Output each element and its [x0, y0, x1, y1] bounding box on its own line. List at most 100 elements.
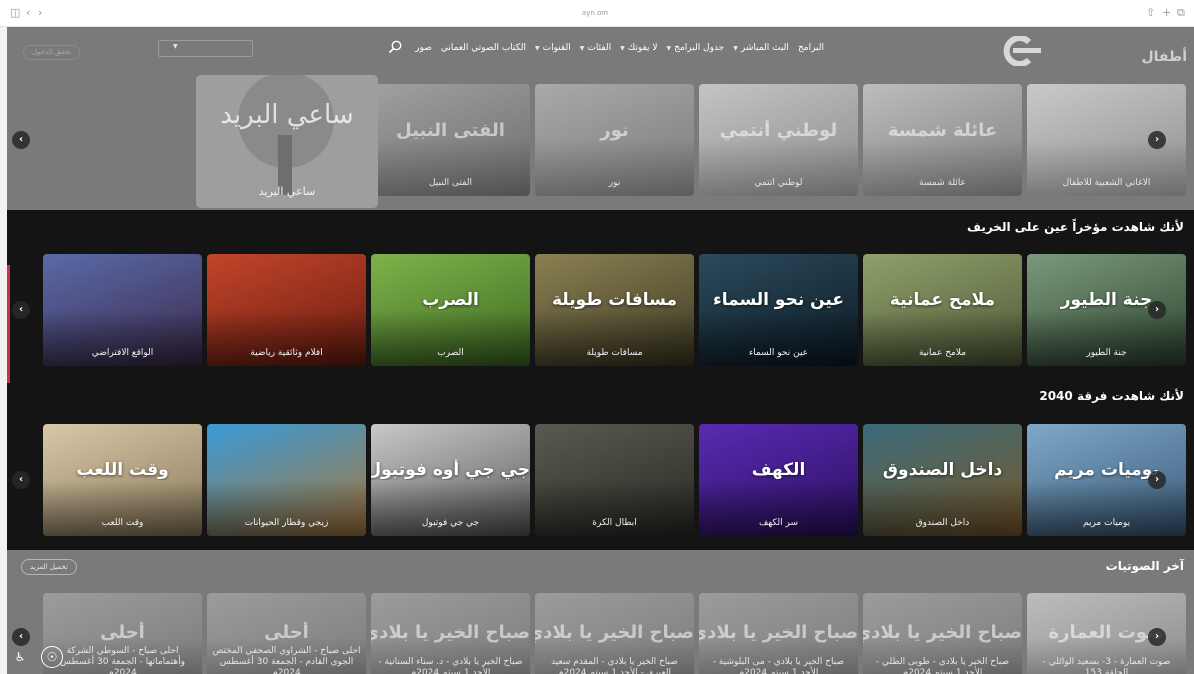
card-logo: الكهف — [751, 459, 806, 480]
show-card[interactable]: عائلة شمسة عائلة شمسة — [863, 84, 1022, 196]
featured-logo: ساعي البريد — [220, 100, 354, 130]
card-logo: صباح الخير يا بلادي — [863, 621, 1022, 643]
show-card[interactable]: الصرب الصرب — [371, 254, 530, 366]
chevron-down-icon: ▼ — [173, 43, 178, 50]
main-nav: البرامج البث المباشر ▼ جدول البرامج ▼ لا يفوت… — [415, 43, 824, 53]
nav-item-label: البرامج — [797, 43, 824, 53]
carousel-prev-icon[interactable]: ‹ — [12, 471, 30, 489]
card-logo: أحلى — [100, 621, 145, 643]
accessibility-icon[interactable]: ♿ — [9, 646, 31, 668]
show-card[interactable]: وقت اللعب وقت اللعب — [43, 424, 202, 536]
card-title: أفلام وثائقية رياضية — [250, 348, 323, 358]
featured-card[interactable]: ساعي البريد ساعي البريد — [196, 75, 378, 208]
carousel-next-icon[interactable]: › — [1148, 628, 1166, 646]
carousel-next-icon[interactable]: › — [1148, 131, 1166, 149]
nav-item-label: البث المباشر — [740, 43, 789, 53]
show-card[interactable]: صباح الخير يا بلادي صباح الخير يا بلادي -… — [371, 593, 530, 674]
show-card[interactable]: جي جي أوه فوتبول جي جي فوتبول — [371, 424, 530, 536]
section-title: أطفال — [1141, 49, 1187, 65]
show-card[interactable]: الكهف سر الكهف — [699, 424, 858, 536]
nav-item-label: صور — [415, 43, 432, 53]
carousel-next-icon[interactable]: › — [1148, 471, 1166, 489]
card-title: صباح الخير يا بلادي - المقدم سعيد العبري… — [551, 657, 678, 674]
show-card[interactable]: صباح الخير يا بلادي صباح الخير يا بلادي -… — [699, 593, 858, 674]
card-logo: وقت اللعب — [76, 459, 169, 480]
nav-item[interactable]: الفئات ▼ — [580, 43, 611, 53]
card-title: جي جي فوتبول — [421, 518, 480, 528]
card-logo: نور — [600, 119, 629, 141]
show-card[interactable]: الواقع الافتراضي — [43, 254, 202, 366]
show-card[interactable]: لوطني أنتمي لوطني أنتمي — [699, 84, 858, 196]
tabs-overview-icon[interactable]: ⧉ — [1177, 7, 1185, 19]
nav-item[interactable]: البرامج — [798, 43, 824, 53]
address-bar-text: ayn.om — [581, 9, 609, 17]
show-card[interactable]: ملامح عمانية ملامح عمانية — [863, 254, 1022, 366]
recommendation-row-khareef: لأنك شاهدت مؤخراً عين على الخريف جنة الط… — [7, 210, 1194, 385]
show-card[interactable]: نور نور — [535, 84, 694, 196]
row-title: لأنك شاهدت مؤخراً عين على الخريف — [967, 220, 1184, 234]
forward-icon[interactable]: › — [38, 7, 42, 19]
sidebar-toggle-icon[interactable]: ◫ — [10, 7, 20, 19]
nav-item[interactable]: القنوات ▼ — [535, 43, 571, 53]
sign-language-icon[interactable]: ☉ — [41, 646, 63, 668]
caret-down-icon: ▼ — [534, 44, 540, 52]
card-logo: الفتى النبيل — [396, 119, 505, 141]
carousel-prev-icon[interactable]: ‹ — [12, 131, 30, 149]
card-logo: عين نحو السماء — [713, 289, 844, 310]
address-bar[interactable]: ayn.om — [360, 7, 830, 20]
show-card[interactable]: عين نحو السماء عين نحو السماء — [699, 254, 858, 366]
card-title: جنة الطيور — [1086, 348, 1127, 358]
show-card[interactable]: صباح الخير يا بلادي صباح الخير يا بلادي -… — [863, 593, 1022, 674]
card-title: الفتى النبيل — [428, 178, 473, 188]
carousel-next-icon[interactable]: › — [1148, 301, 1166, 319]
search-icon[interactable] — [388, 40, 402, 54]
show-card[interactable]: أفلام وثائقية رياضية — [207, 254, 366, 366]
load-more-button[interactable]: تحميل المزيد — [21, 559, 77, 575]
featured-title: ساعي البريد — [258, 185, 316, 198]
verify-login-button[interactable]: تحقق الدخول — [23, 45, 80, 60]
card-title: الصرب — [437, 348, 464, 358]
card-title: يوميات مريم — [1082, 518, 1131, 528]
new-tab-icon[interactable]: + — [1162, 7, 1171, 19]
card-title: سر الكهف — [758, 518, 799, 528]
card-logo: مسافات طويلة — [551, 289, 678, 310]
card-title: مسافات طويلة — [586, 348, 643, 358]
carousel-prev-icon[interactable]: ‹ — [12, 301, 30, 319]
share-icon[interactable]: ⇧ — [1146, 7, 1155, 19]
floating-icons: ♿ ☉ — [9, 646, 63, 668]
nav-item-label: القنوات — [542, 43, 571, 53]
card-title: أبطال الكرة — [592, 518, 637, 528]
row-title: لأنك شاهدت فرقة 2040 — [1039, 389, 1184, 403]
show-card[interactable]: أحلى أحلى صباح - السوطي الشركة وأهتماماته… — [43, 593, 202, 674]
card-logo: عائلة شمسة — [887, 119, 998, 141]
caret-down-icon: ▼ — [733, 44, 738, 52]
nav-item[interactable]: الكتاب الصوتي العماني — [441, 43, 526, 53]
show-card[interactable]: صباح الخير يا بلادي صباح الخير يا بلادي -… — [535, 593, 694, 674]
recommendation-row-firqa: لأنك شاهدت فرقة 2040 يوميات مريم يوميات م… — [7, 385, 1194, 550]
ayn-logo-icon[interactable] — [997, 36, 1041, 66]
show-card[interactable]: أحلى أحلى صباح - الشراوي الصحفي المختص ال… — [207, 593, 366, 674]
card-logo: صباح الخير يا بلادي — [699, 621, 858, 643]
show-card[interactable]: أبطال الكرة — [535, 424, 694, 536]
back-icon[interactable]: ‹ — [26, 7, 30, 19]
site-header: أطفال البرامج البث المباشر ▼ جدول البرامج ▼ ل… — [7, 27, 1194, 83]
audio-row: آخر الصوتيات تحميل المزيد صوت العمارة صوت… — [7, 550, 1194, 674]
card-logo: أحلى — [264, 621, 309, 643]
nav-item[interactable]: جدول البرامج ▼ — [667, 43, 725, 53]
profile-dropdown[interactable]: ▼ — [158, 40, 253, 57]
show-card[interactable]: داخل الصندوق داخل الصندوق — [863, 424, 1022, 536]
show-card[interactable]: زيجي وقطار الحيوانات — [207, 424, 366, 536]
card-title: الواقع الافتراضي — [91, 348, 154, 358]
nav-item[interactable]: لا يفوتك ▼ — [620, 43, 657, 53]
show-card[interactable]: الفتى النبيل الفتى النبيل — [371, 84, 530, 196]
card-title: عين نحو السماء — [748, 348, 809, 358]
carousel-prev-icon[interactable]: ‹ — [12, 628, 30, 646]
show-card[interactable]: مسافات طويلة مسافات طويلة — [535, 254, 694, 366]
nav-item-label: جدول البرامج — [674, 43, 725, 53]
card-logo: صباح الخير يا بلادي — [535, 621, 694, 643]
kids-carousel: الأغاني الشعبية للأطفال عائلة شمسة عائلة ش… — [7, 83, 1194, 210]
nav-item[interactable]: البث المباشر ▼ — [733, 43, 789, 53]
nav-item[interactable]: صور — [415, 43, 432, 53]
card-logo: لوطني أنتمي — [719, 119, 838, 141]
site-page: أطفال البرامج البث المباشر ▼ جدول البرامج ▼ ل… — [7, 27, 1194, 674]
